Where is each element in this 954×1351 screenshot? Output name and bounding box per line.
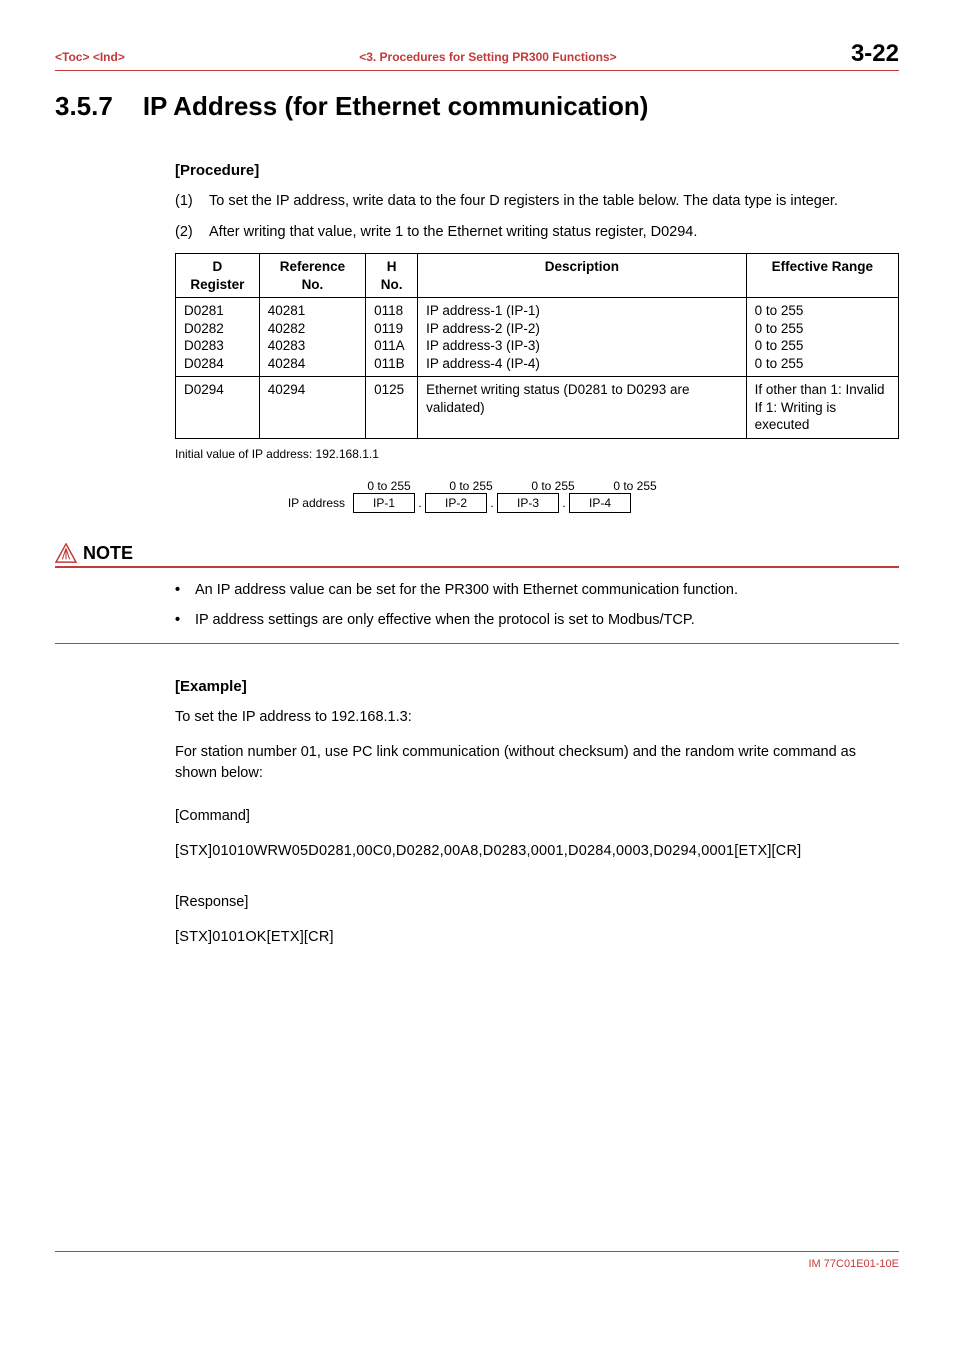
note-block: NOTE: [55, 543, 899, 568]
ip-label: IP address: [275, 496, 345, 510]
col-dreg: D Register: [176, 254, 260, 298]
col-desc: Description: [418, 254, 747, 298]
item-text: After writing that value, write 1 to the…: [209, 222, 697, 243]
initial-value-note: Initial value of IP address: 192.168.1.1: [175, 447, 899, 461]
note-title: NOTE: [83, 543, 133, 564]
ip-box-1: IP-1: [353, 493, 415, 513]
header-center: <3. Procedures for Setting PR300 Functio…: [125, 50, 851, 64]
item-text: To set the IP address, write data to the…: [209, 191, 838, 212]
note-bullet: IP address settings are only effective w…: [175, 610, 899, 630]
example-block: [Example] To set the IP address to 192.1…: [175, 678, 899, 948]
page-number: 3-22: [851, 40, 899, 68]
procedure-heading: [Procedure]: [175, 162, 899, 179]
command-label: [Command]: [175, 806, 899, 827]
ip-range: 0 to 255: [599, 479, 671, 493]
ip-range: 0 to 255: [353, 479, 425, 493]
section-title: 3.5.7 IP Address (for Ethernet communica…: [55, 91, 899, 122]
cell: 0125: [366, 377, 418, 439]
command-text: [STX]01010WRW05D0281,00C0,D0282,00A8,D02…: [175, 841, 899, 862]
register-table: D Register Reference No. H No. Descripti…: [175, 253, 899, 439]
cell: IP address-1 (IP-1) IP address-2 (IP-2) …: [418, 298, 747, 377]
col-ref: Reference No.: [259, 254, 365, 298]
ip-range: 0 to 255: [435, 479, 507, 493]
procedure-item: (2) After writing that value, write 1 to…: [175, 222, 899, 243]
toc-link[interactable]: <Toc>: [55, 50, 89, 64]
cell: D0294: [176, 377, 260, 439]
table-row: D0281 D0282 D0283 D0284 40281 40282 4028…: [176, 298, 899, 377]
doc-id: IM 77C01E01-10E: [809, 1258, 900, 1270]
cell: D0281 D0282 D0283 D0284: [176, 298, 260, 377]
ip-range: 0 to 255: [517, 479, 589, 493]
cell: 0 to 255 0 to 255 0 to 255 0 to 255: [746, 298, 898, 377]
example-heading: [Example]: [175, 678, 899, 695]
col-hno: H No.: [366, 254, 418, 298]
cell: 40294: [259, 377, 365, 439]
table-header-row: D Register Reference No. H No. Descripti…: [176, 254, 899, 298]
warning-triangle-icon: [55, 543, 77, 563]
col-range: Effective Range: [746, 254, 898, 298]
example-line: For station number 01, use PC link commu…: [175, 742, 899, 784]
page-footer: IM 77C01E01-10E: [55, 1251, 899, 1270]
header-left: <Toc> <Ind>: [55, 50, 125, 64]
ind-link[interactable]: <Ind>: [93, 50, 125, 64]
note-bullets: An IP address value can be set for the P…: [175, 580, 899, 631]
ip-box-3: IP-3: [497, 493, 559, 513]
item-number: (1): [175, 191, 209, 212]
response-label: [Response]: [175, 892, 899, 913]
cell: Ethernet writing status (D0281 to D0293 …: [418, 377, 747, 439]
ip-box-4: IP-4: [569, 493, 631, 513]
cell: 40281 40282 40283 40284: [259, 298, 365, 377]
content-block: [Procedure] (1) To set the IP address, w…: [175, 162, 899, 513]
note-header: NOTE: [55, 543, 899, 568]
note-bullet: An IP address value can be set for the P…: [175, 580, 899, 600]
response-text: [STX]0101OK[ETX][CR]: [175, 927, 899, 948]
ip-diagram: 0 to 255 0 to 255 0 to 255 0 to 255 IP a…: [275, 479, 899, 513]
procedure-item: (1) To set the IP address, write data to…: [175, 191, 899, 212]
note-end-rule: [55, 643, 899, 644]
section-number: 3.5.7: [55, 91, 113, 122]
section-text: IP Address (for Ethernet communication): [143, 91, 649, 122]
cell: 0118 0119 011A 011B: [366, 298, 418, 377]
page: <Toc> <Ind> <3. Procedures for Setting P…: [0, 0, 954, 1300]
example-line: To set the IP address to 192.168.1.3:: [175, 707, 899, 728]
header-row: <Toc> <Ind> <3. Procedures for Setting P…: [55, 40, 899, 71]
table-row: D0294 40294 0125 Ethernet writing status…: [176, 377, 899, 439]
ip-box-2: IP-2: [425, 493, 487, 513]
item-number: (2): [175, 222, 209, 243]
cell: If other than 1: Invalid If 1: Writing i…: [746, 377, 898, 439]
